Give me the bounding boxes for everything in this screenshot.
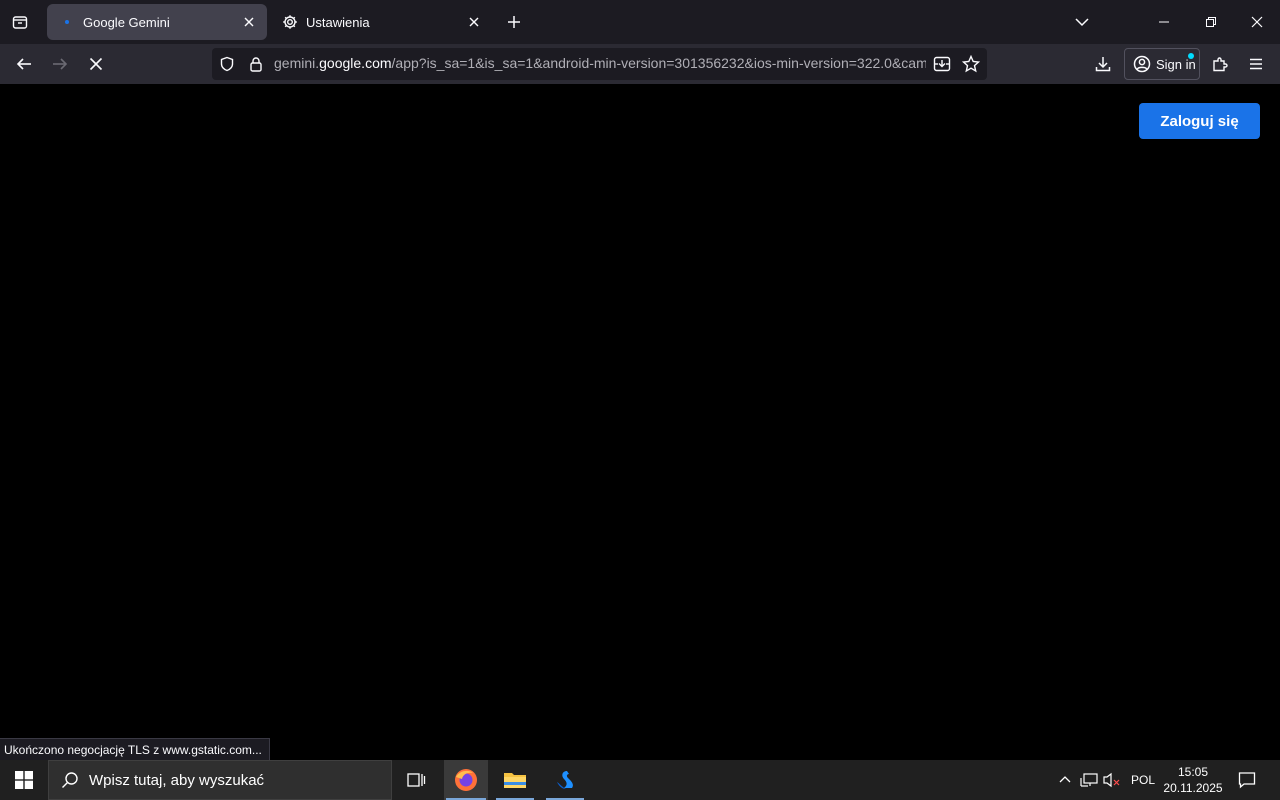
tab-title: Google Gemini xyxy=(83,14,170,30)
list-all-tabs-button[interactable] xyxy=(1066,6,1098,38)
close-tab-button[interactable] xyxy=(239,12,259,32)
firefox-icon xyxy=(455,769,477,791)
show-hidden-icons-button[interactable] xyxy=(1054,760,1076,800)
app-menu-button[interactable] xyxy=(1240,48,1272,80)
hamburger-menu-icon xyxy=(1250,58,1262,70)
search-icon xyxy=(62,772,78,788)
lock-icon[interactable] xyxy=(248,56,264,72)
task-view-icon xyxy=(407,773,426,787)
network-status[interactable] xyxy=(1078,760,1100,800)
url-domain: google.com xyxy=(319,55,392,71)
bookmark-star-icon[interactable] xyxy=(962,55,980,73)
taskbar-app-blue[interactable] xyxy=(544,760,586,800)
task-view-button[interactable] xyxy=(395,760,437,800)
clock-date: 20.11.2025 xyxy=(1163,781,1223,795)
close-icon xyxy=(469,17,479,27)
chevron-down-icon xyxy=(1075,18,1089,27)
start-button[interactable] xyxy=(0,760,48,800)
stop-loading-button[interactable] xyxy=(80,48,112,80)
close-tab-button[interactable] xyxy=(464,12,484,32)
arrow-left-icon xyxy=(16,58,31,70)
taskbar-file-explorer[interactable] xyxy=(494,760,536,800)
window-close-button[interactable] xyxy=(1234,0,1280,44)
forward-button[interactable] xyxy=(44,48,76,80)
extensions-button[interactable] xyxy=(1204,48,1236,80)
page-content: Zaloguj się Ukończono negocjację TLS z w… xyxy=(0,84,1280,760)
clock[interactable]: 15:05 20.11.2025 xyxy=(1160,760,1226,800)
address-bar[interactable]: gemini.google.com/app?is_sa=1&is_sa=1&an… xyxy=(212,48,987,80)
search-placeholder: Wpisz tutaj, aby wyszukać xyxy=(89,771,265,789)
minimize-icon xyxy=(1159,21,1169,23)
speaker-muted-icon xyxy=(1103,772,1120,788)
sign-in-button[interactable]: Sign in xyxy=(1124,48,1200,80)
tab-google-gemini[interactable]: Google Gemini xyxy=(47,4,267,40)
url-text[interactable]: gemini.google.com/app?is_sa=1&is_sa=1&an… xyxy=(274,55,926,71)
navigation-toolbar: gemini.google.com/app?is_sa=1&is_sa=1&an… xyxy=(0,44,1280,84)
plus-icon xyxy=(508,16,520,28)
action-center-button[interactable] xyxy=(1232,760,1262,800)
chevron-up-icon xyxy=(1059,776,1071,783)
url-path: /app?is_sa=1&is_sa=1&android-min-version… xyxy=(391,55,926,71)
taskbar-search-box[interactable]: Wpisz tutaj, aby wyszukać xyxy=(48,760,392,800)
tab-ustawienia[interactable]: Ustawienia xyxy=(270,4,492,40)
notification-dot xyxy=(1188,53,1194,59)
login-button[interactable]: Zaloguj się xyxy=(1139,103,1260,139)
gear-icon xyxy=(282,14,298,30)
status-panel: Ukończono negocjację TLS z www.gstatic.c… xyxy=(0,738,270,760)
puzzle-icon xyxy=(1213,57,1228,72)
restore-button[interactable] xyxy=(1188,0,1234,44)
network-icon xyxy=(1080,773,1098,787)
volume-muted[interactable] xyxy=(1101,760,1123,800)
loading-icon xyxy=(59,14,75,30)
save-to-pocket-icon[interactable] xyxy=(933,55,951,73)
taskbar-firefox[interactable] xyxy=(444,760,488,800)
windows-logo-icon xyxy=(15,771,33,789)
input-language[interactable]: POL xyxy=(1127,760,1159,800)
download-icon xyxy=(1095,57,1111,72)
account-icon xyxy=(1133,55,1151,73)
tracking-protection-shield-icon[interactable] xyxy=(219,56,235,72)
windows-taskbar: Wpisz tutaj, aby wyszukać POL 15:05 20.1… xyxy=(0,760,1280,800)
new-tab-button[interactable] xyxy=(499,7,529,37)
downloads-button[interactable] xyxy=(1087,48,1119,80)
tab-title: Ustawienia xyxy=(306,14,370,30)
folder-icon xyxy=(504,773,526,788)
notification-icon xyxy=(1238,772,1256,789)
swan-app-icon xyxy=(557,771,573,789)
minimize-button[interactable] xyxy=(1141,0,1187,44)
url-subdomain: gemini. xyxy=(274,55,320,71)
close-icon xyxy=(244,17,254,27)
back-button[interactable] xyxy=(8,48,40,80)
firefox-view-button[interactable] xyxy=(4,6,36,38)
close-icon xyxy=(1251,16,1263,28)
restore-icon xyxy=(1206,17,1216,27)
firefox-view-icon xyxy=(12,16,28,29)
clock-time: 15:05 xyxy=(1177,765,1209,779)
tab-strip: Google Gemini Ustawienia xyxy=(0,0,1280,44)
arrow-right-icon xyxy=(53,58,68,70)
stop-icon xyxy=(89,57,103,71)
